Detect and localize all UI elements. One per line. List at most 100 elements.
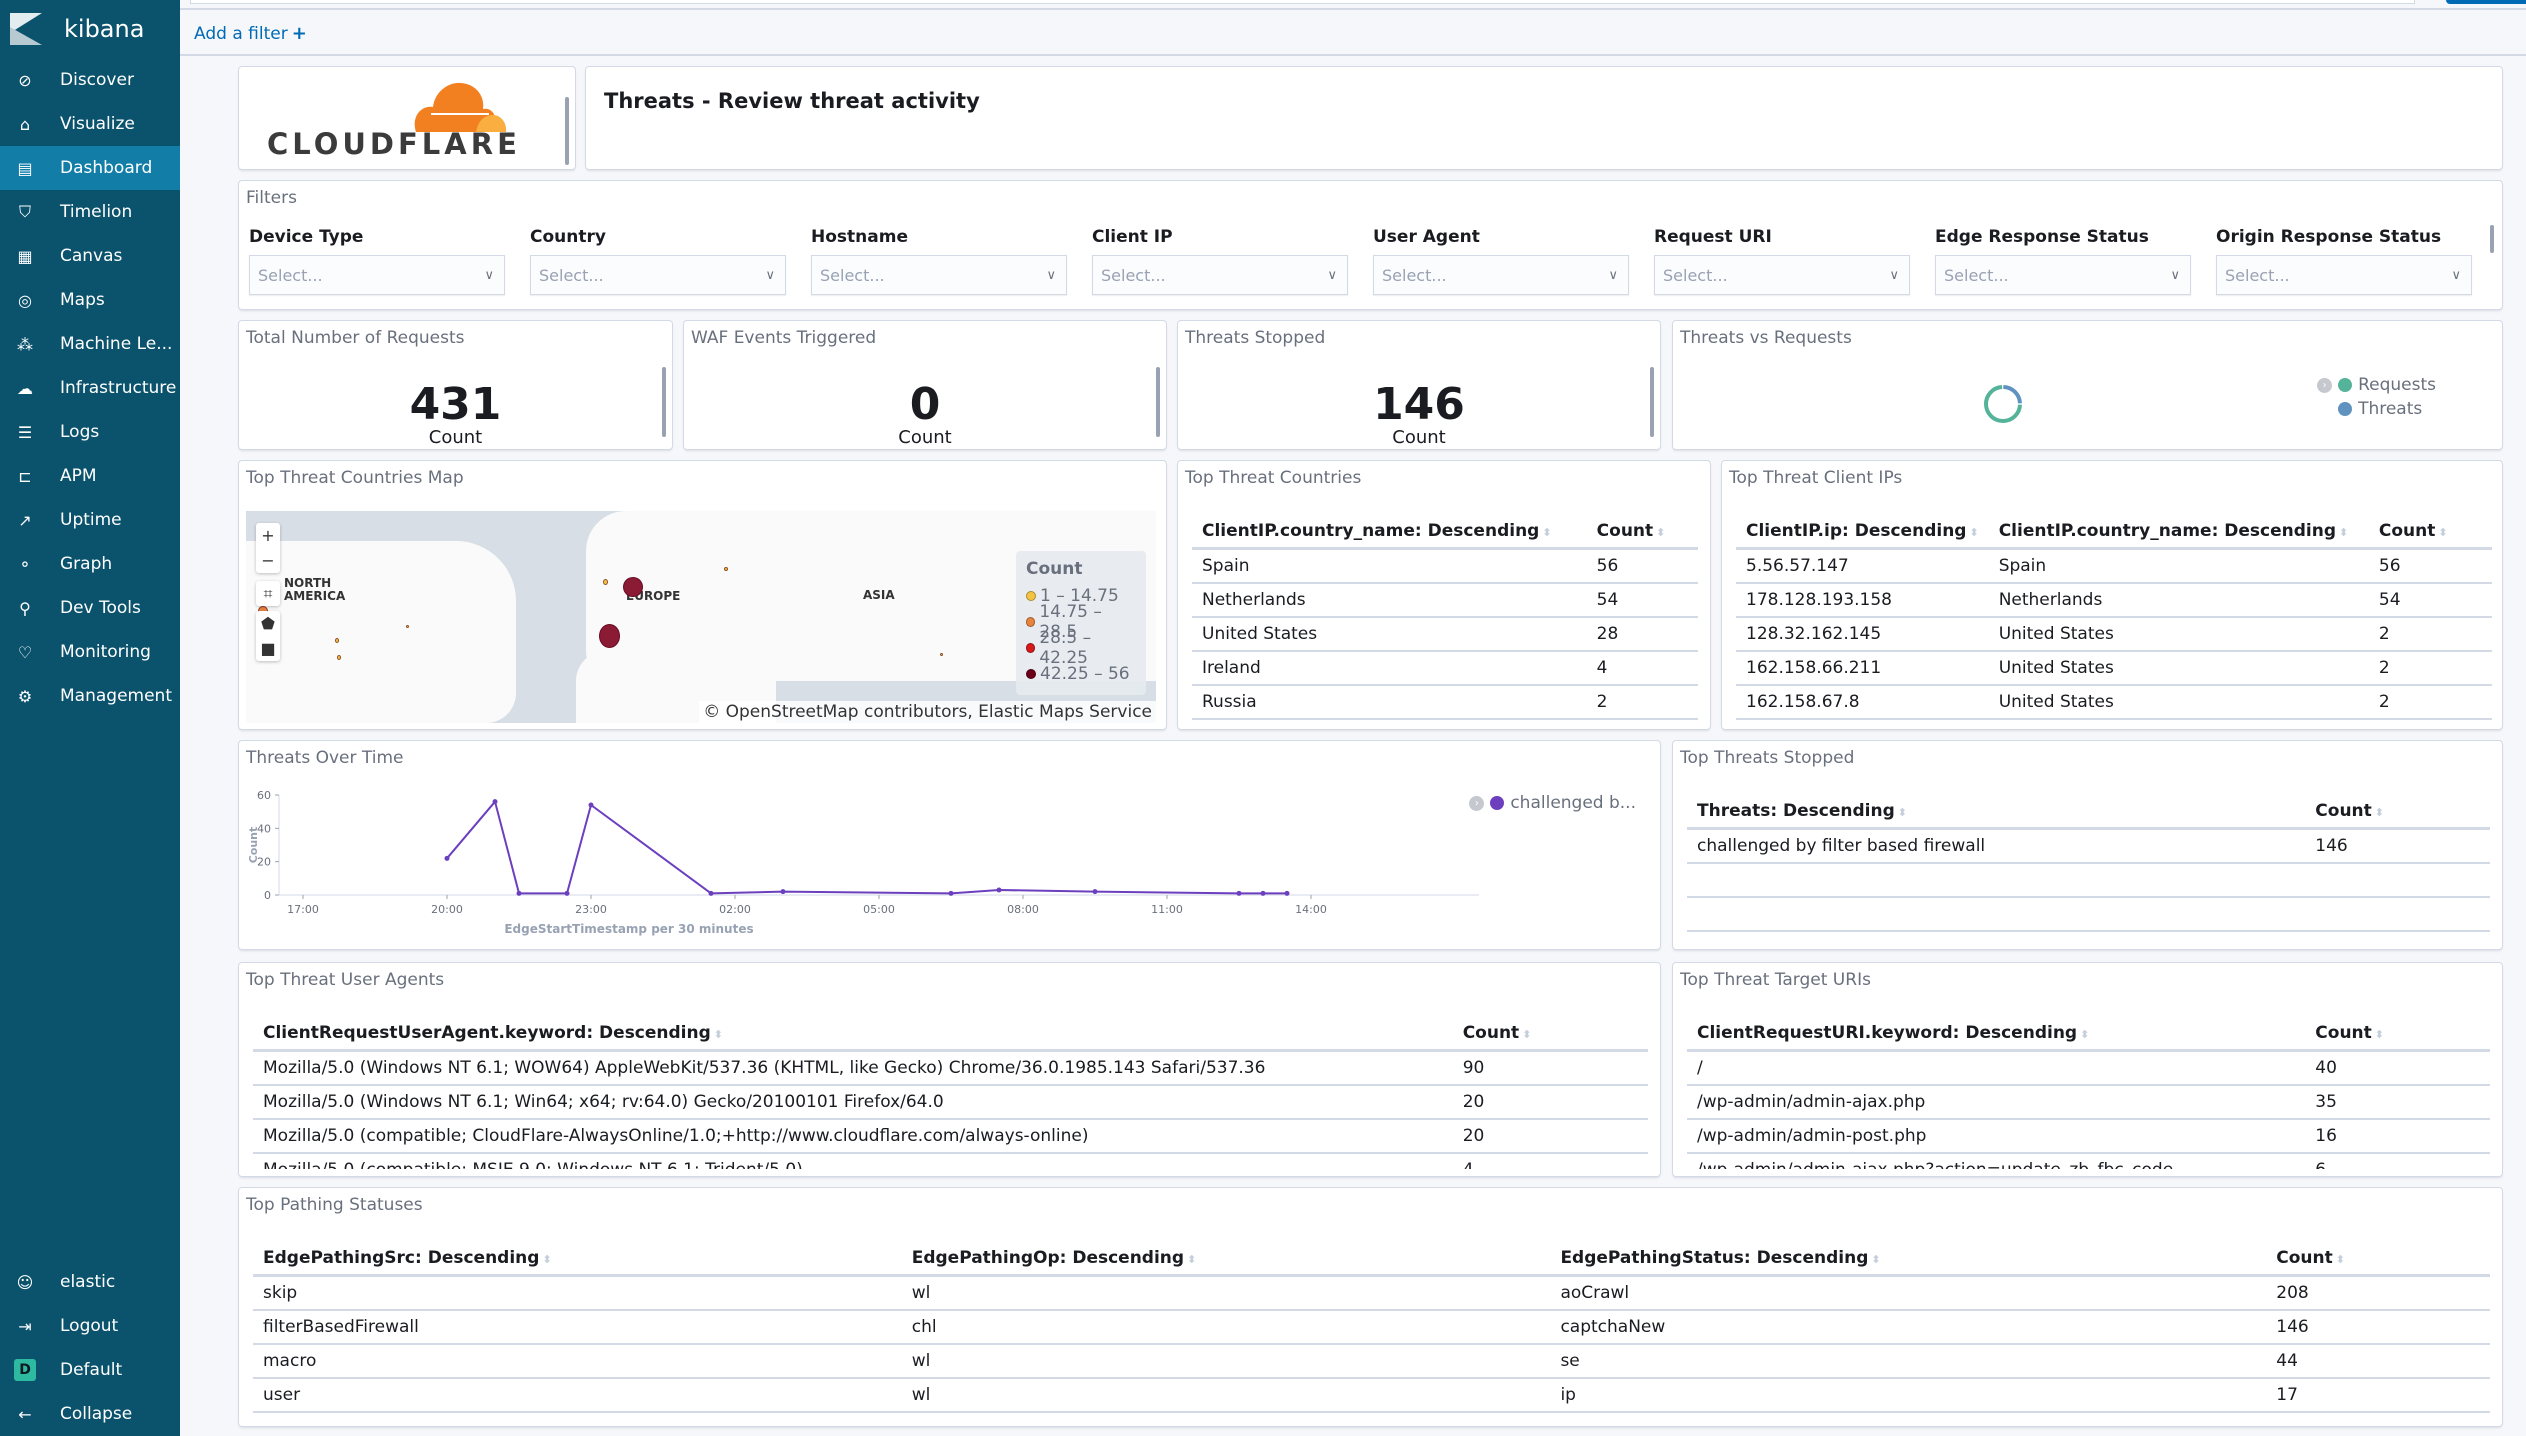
table-cell[interactable]: 44: [2266, 1343, 2490, 1379]
column-header[interactable]: Count ⬍: [2305, 797, 2490, 830]
table-cell[interactable]: skip: [253, 1275, 902, 1311]
sort-icon[interactable]: ⬍: [1898, 806, 1907, 819]
filter-select[interactable]: Select... ∨: [811, 255, 1067, 295]
sidebar-item-maps[interactable]: ◎ Maps: [0, 278, 180, 322]
table-cell[interactable]: 6: [2305, 1152, 2490, 1169]
table-cell[interactable]: 20: [1452, 1118, 1648, 1154]
table-cell[interactable]: [2305, 862, 2490, 898]
sidebar-item-default[interactable]: D Default: [0, 1348, 180, 1392]
table-cell[interactable]: Spain: [1988, 548, 2369, 584]
sort-icon[interactable]: ⬍: [2375, 1028, 2384, 1041]
sort-icon[interactable]: ⬍: [1522, 1028, 1531, 1041]
filter-select[interactable]: Select... ∨: [2216, 255, 2472, 295]
scrollbar[interactable]: [2490, 225, 2494, 253]
table-cell[interactable]: chl: [901, 1309, 1551, 1345]
table-cell[interactable]: Ireland: [1192, 650, 1587, 686]
table-cell[interactable]: 28: [1586, 616, 1698, 652]
chevron-right-icon[interactable]: ›: [2317, 377, 2333, 393]
table-cell[interactable]: 16: [2305, 1118, 2490, 1154]
table-scroll-area[interactable]: ClientRequestURI.keyword: Descending ⬍ Cou…: [1687, 1019, 2490, 1169]
table-cell[interactable]: United States: [1988, 616, 2369, 652]
sidebar-item-graph[interactable]: ⚬ Graph: [0, 542, 180, 586]
sort-icon[interactable]: ⬍: [1542, 526, 1551, 539]
table-cell[interactable]: United States: [1988, 684, 2369, 720]
column-header[interactable]: Count ⬍: [2368, 517, 2492, 550]
sidebar-item-timelion[interactable]: ⛉ Timelion: [0, 190, 180, 234]
filter-select[interactable]: Select... ∨: [1654, 255, 1910, 295]
table-cell[interactable]: captchaNew: [1550, 1309, 2267, 1345]
filter-select[interactable]: Select... ∨: [1373, 255, 1629, 295]
sort-icon[interactable]: ⬍: [714, 1028, 723, 1041]
sort-icon[interactable]: ⬍: [1969, 526, 1978, 539]
column-header[interactable]: Count ⬍: [1586, 517, 1698, 550]
filter-select[interactable]: Select... ∨: [249, 255, 505, 295]
column-header[interactable]: ClientIP.country_name: Descending ⬍: [1192, 517, 1587, 550]
rectangle-icon[interactable]: ■: [260, 636, 275, 661]
map-bubble-spain[interactable]: [599, 624, 620, 648]
column-header[interactable]: ClientIP.country_name: Descending ⬍: [1988, 517, 2369, 550]
column-header[interactable]: Count ⬍: [2266, 1244, 2490, 1277]
column-header[interactable]: ClientRequestUserAgent.keyword: Descendi…: [253, 1019, 1453, 1052]
table-cell[interactable]: 162.158.67.8: [1736, 684, 1989, 720]
table-cell[interactable]: Mozilla/5.0 (Windows NT 6.1; WOW64) Appl…: [253, 1050, 1453, 1086]
sort-icon[interactable]: ⬍: [1187, 1253, 1196, 1266]
table-cell[interactable]: 54: [1586, 582, 1698, 618]
table-cell[interactable]: 35: [2305, 1084, 2490, 1120]
table-cell[interactable]: challenged by filter based firewall: [1687, 828, 2306, 864]
table-cell[interactable]: 2: [2368, 684, 2492, 720]
table-cell[interactable]: aoCrawl: [1550, 1275, 2267, 1311]
sidebar-item-dashboard[interactable]: ▤ Dashboard: [0, 146, 180, 190]
table-cell[interactable]: /wp-admin/admin-ajax.php?action=update_z…: [1687, 1152, 2306, 1169]
sidebar-item-canvas[interactable]: ▦ Canvas: [0, 234, 180, 278]
crop-icon[interactable]: ⌗: [263, 581, 272, 606]
query-input[interactable]: [190, 0, 2415, 4]
table-cell[interactable]: se: [1550, 1343, 2267, 1379]
map-bubble-china[interactable]: [940, 653, 943, 656]
scrollbar[interactable]: [1650, 367, 1654, 437]
table-cell[interactable]: 4: [1452, 1152, 1648, 1169]
sidebar-item-visualize[interactable]: ⌂ Visualize: [0, 102, 180, 146]
table-cell[interactable]: 2: [2368, 650, 2492, 686]
table-cell[interactable]: Mozilla/5.0 (compatible; CloudFlare-Alwa…: [253, 1118, 1453, 1154]
table-cell[interactable]: 2: [1586, 684, 1698, 720]
table-cell[interactable]: Mozilla/5.0 (compatible; MSIE 9.0; Windo…: [253, 1152, 1453, 1169]
table-cell[interactable]: [2305, 896, 2490, 932]
sidebar-item-collapse[interactable]: ← Collapse: [0, 1392, 180, 1436]
zoom-out-button[interactable]: −: [261, 548, 274, 573]
sort-icon[interactable]: ⬍: [2080, 1028, 2089, 1041]
table-cell[interactable]: /wp-admin/admin-post.php: [1687, 1118, 2306, 1154]
column-header[interactable]: ClientRequestURI.keyword: Descending ⬍: [1687, 1019, 2306, 1052]
table-cell[interactable]: 208: [2266, 1275, 2490, 1311]
sort-icon[interactable]: ⬍: [2375, 806, 2384, 819]
table-cell[interactable]: Netherlands: [1988, 582, 2369, 618]
chevron-right-icon[interactable]: ›: [1469, 795, 1485, 811]
sidebar-item-monitoring[interactable]: ♡ Monitoring: [0, 630, 180, 674]
table-cell[interactable]: 56: [2368, 548, 2492, 584]
map-bubble-netherlands[interactable]: [623, 577, 643, 597]
scrollbar[interactable]: [1156, 367, 1160, 437]
sidebar-item-dev-tools[interactable]: ⚲ Dev Tools: [0, 586, 180, 630]
column-header[interactable]: EdgePathingSrc: Descending ⬍: [253, 1244, 902, 1277]
sidebar-item-logs[interactable]: ☰ Logs: [0, 410, 180, 454]
table-cell[interactable]: 146: [2266, 1309, 2490, 1345]
sort-icon[interactable]: ⬍: [1656, 526, 1665, 539]
table-cell[interactable]: 90: [1452, 1050, 1648, 1086]
map-bubble-us-1[interactable]: [335, 638, 339, 643]
zoom-in-button[interactable]: +: [261, 523, 274, 548]
table-cell[interactable]: /wp-admin/admin-ajax.php: [1687, 1084, 2306, 1120]
table-cell[interactable]: 54: [2368, 582, 2492, 618]
column-header[interactable]: EdgePathingStatus: Descending ⬍: [1550, 1244, 2267, 1277]
filter-select[interactable]: Select... ∨: [530, 255, 786, 295]
table-cell[interactable]: 17: [2266, 1377, 2490, 1413]
column-header[interactable]: Threats: Descending ⬍: [1687, 797, 2306, 830]
column-header[interactable]: Count ⬍: [2305, 1019, 2490, 1052]
table-cell[interactable]: Mozilla/5.0 (Windows NT 6.1; Win64; x64;…: [253, 1084, 1453, 1120]
table-cell[interactable]: 128.32.162.145: [1736, 616, 1989, 652]
osm-link[interactable]: © OpenStreetMap: [703, 702, 858, 722]
map-bubble-us-2[interactable]: [337, 655, 341, 660]
table-cell[interactable]: 56: [1586, 548, 1698, 584]
sidebar-item-infrastructure[interactable]: ☁ Infrastructure: [0, 366, 180, 410]
table-cell[interactable]: 40: [2305, 1050, 2490, 1086]
table-cell[interactable]: 4: [1586, 650, 1698, 686]
scrollbar[interactable]: [565, 97, 569, 165]
